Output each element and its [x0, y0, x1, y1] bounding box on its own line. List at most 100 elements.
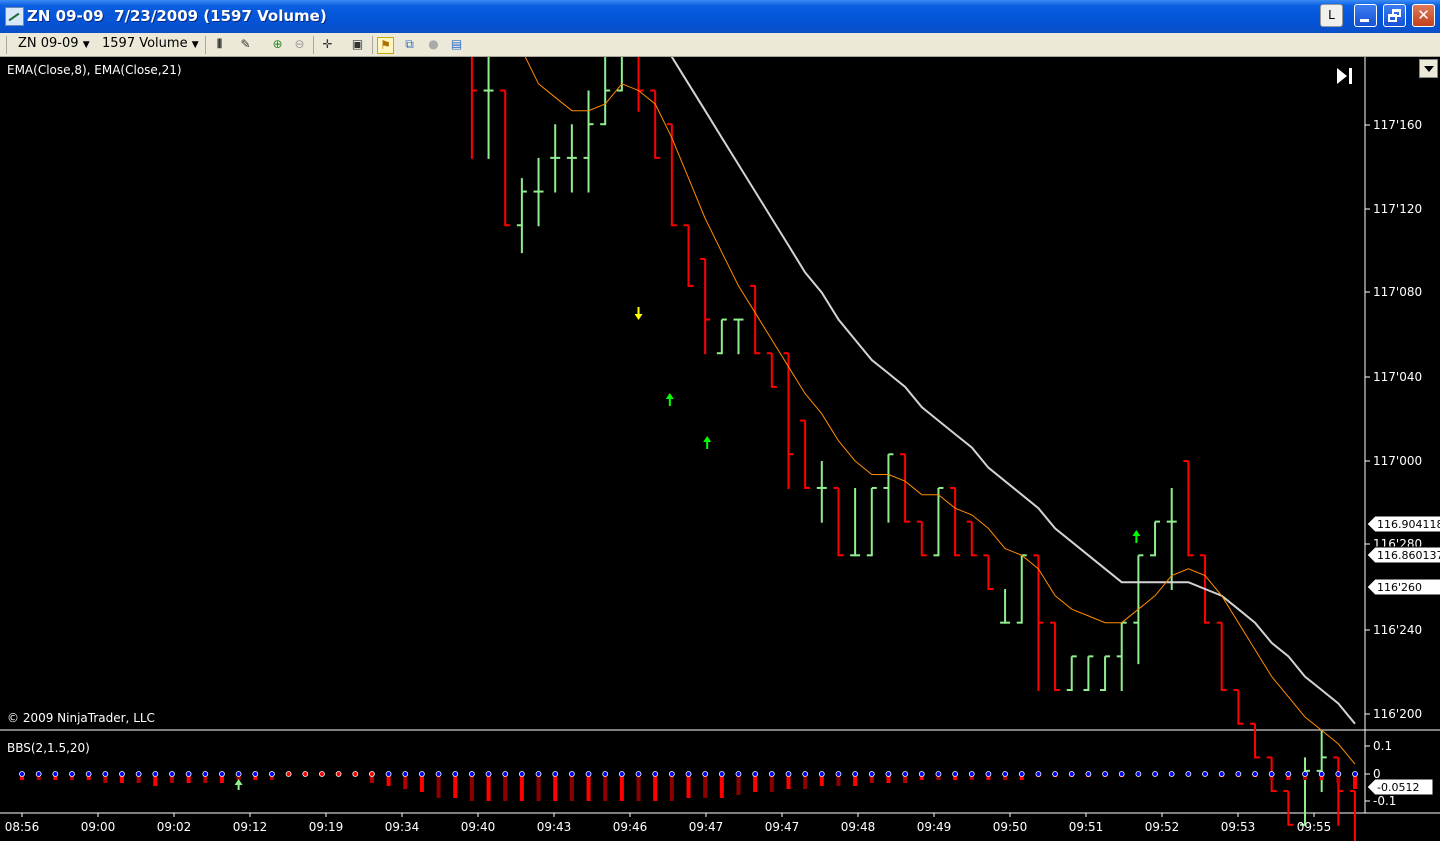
squeeze-dot	[568, 771, 575, 777]
scroll-to-end-icon-bar[interactable]	[1349, 68, 1352, 84]
squeeze-dot	[1285, 771, 1292, 777]
data-box-icon[interactable]: ▣	[350, 37, 365, 52]
squeeze-dot	[485, 771, 492, 777]
squeeze-dot	[768, 771, 775, 777]
bbs-histogram-bar	[586, 774, 591, 801]
squeeze-dot	[585, 771, 592, 777]
y-tick-label: 116'200	[1373, 707, 1422, 721]
signal-up-arrow	[703, 436, 712, 449]
time-tick-label: 09:19	[309, 820, 344, 834]
bbs-histogram-bar	[686, 774, 691, 798]
link-button[interactable]: L	[1320, 4, 1343, 27]
bbs-histogram-bar	[619, 774, 624, 801]
squeeze-dot	[69, 771, 75, 777]
time-tick-label: 09:46	[613, 820, 648, 834]
price-marker-label: 116.860137	[1377, 549, 1440, 562]
window-title: ZN 09-09 7/23/2009 (1597 Volume)	[27, 7, 327, 25]
drawing-tool-icon[interactable]: ✎	[238, 37, 253, 52]
squeeze-dot	[169, 771, 175, 777]
squeeze-dot	[52, 771, 59, 777]
squeeze-dot	[35, 771, 42, 777]
y-tick-label: 117'000	[1373, 454, 1422, 468]
y-tick-label: 117'080	[1373, 285, 1422, 299]
time-tick-label: 09:50	[993, 820, 1028, 834]
signal-up-arrow	[665, 393, 674, 406]
time-tick-label: 09:34	[385, 820, 420, 834]
zoom-out-icon[interactable]: ⊖	[292, 37, 307, 52]
bbs-histogram-bar	[736, 774, 741, 795]
squeeze-dot	[652, 771, 659, 777]
bbs-histogram-bar	[469, 774, 474, 801]
squeeze-dot	[635, 771, 642, 777]
time-tick-label: 09:00	[81, 820, 116, 834]
maximize-button[interactable]	[1383, 4, 1406, 27]
squeeze-dot	[1068, 771, 1075, 777]
separator	[313, 36, 314, 54]
squeeze-dot	[785, 771, 792, 777]
chevron-down-icon: ▼	[82, 40, 90, 50]
squeeze-dot	[718, 771, 725, 777]
bbs-histogram-bar	[519, 774, 524, 801]
time-tick-label: 09:12	[233, 820, 268, 834]
squeeze-dot	[1235, 771, 1242, 777]
time-tick-label: 09:51	[1069, 820, 1104, 834]
price-marker-label: 116'260	[1377, 581, 1422, 594]
strategy-icon[interactable]: ⚑	[377, 37, 394, 54]
squeeze-dot	[618, 771, 625, 777]
squeeze-dot	[1335, 771, 1342, 777]
interval-value: 1597 Volume	[102, 36, 188, 51]
interval-dropdown[interactable]: 1597 Volume ▼	[102, 36, 199, 51]
indicators-icon[interactable]: ⧉	[402, 37, 417, 52]
squeeze-dot	[252, 771, 259, 777]
squeeze-dot	[1218, 771, 1225, 777]
squeeze-dot	[152, 771, 159, 777]
squeeze-dot	[818, 771, 825, 777]
price-indicator-label: EMA(Close,8), EMA(Close,21)	[7, 63, 182, 77]
squeeze-dot	[402, 771, 409, 777]
time-tick-label: 09:55	[1297, 820, 1332, 834]
close-button[interactable]: ✕	[1412, 4, 1435, 27]
price-marker-label: 116.904118	[1377, 518, 1440, 531]
squeeze-dot	[502, 771, 509, 777]
squeeze-dot	[352, 771, 359, 777]
chart-canvas[interactable]: 117'160 117'120 117'080 117'040 117'000 116'2…	[0, 57, 1440, 841]
squeeze-dot	[868, 771, 875, 777]
y-tick-label: 117'040	[1373, 370, 1422, 384]
squeeze-dot	[85, 771, 92, 777]
bbs-histogram-bar	[503, 774, 508, 801]
properties-icon[interactable]: ▤	[449, 37, 464, 52]
squeeze-dot	[335, 771, 342, 777]
squeeze-dot	[1352, 771, 1358, 777]
toolbar-grip	[6, 36, 7, 54]
bbs-histogram-bar	[636, 774, 641, 801]
y-tick-label: 116'240	[1373, 623, 1422, 637]
time-tick-label: 09:40	[461, 820, 496, 834]
time-tick-label: 09:43	[537, 820, 572, 834]
minimize-button[interactable]	[1354, 4, 1377, 27]
bar-style-icon[interactable]: ⫴	[212, 37, 227, 52]
chart-area[interactable]: 117'160 117'120 117'080 117'040 117'000 116'2…	[0, 57, 1440, 841]
squeeze-dot	[202, 771, 209, 777]
squeeze-dot	[918, 771, 925, 777]
zoom-in-icon[interactable]: ⊕	[270, 37, 285, 52]
squeeze-dot	[1035, 771, 1042, 777]
bbs-marker-label: -0.0512	[1377, 781, 1419, 794]
squeeze-dot	[602, 771, 609, 777]
squeeze-dot	[385, 771, 392, 777]
ind-tick-label: 0.1	[1373, 739, 1392, 753]
squeeze-dot	[269, 771, 275, 777]
instrument-dropdown[interactable]: ZN 09-09 ▼	[18, 36, 90, 51]
crosshair-icon[interactable]: ✛	[320, 37, 335, 52]
record-icon[interactable]: ●	[426, 37, 441, 52]
panel-menu-button[interactable]	[1419, 59, 1438, 78]
bbs-histogram-bar	[703, 774, 708, 798]
squeeze-dot	[702, 771, 709, 777]
squeeze-dot	[952, 771, 958, 777]
chart-toolbar: ZN 09-09 ▼ 1597 Volume ▼ ⫴ ✎ ⊕ ⊖ ✛ ▣ ⚑ ⧉…	[0, 33, 1440, 57]
squeeze-dot	[985, 771, 992, 777]
squeeze-dot	[735, 771, 742, 777]
scroll-to-end-icon[interactable]	[1337, 68, 1347, 84]
title-bar: ZN 09-09 7/23/2009 (1597 Volume) L ✕	[0, 0, 1440, 33]
squeeze-dot	[802, 771, 809, 777]
bbs-histogram-bar	[603, 774, 608, 801]
